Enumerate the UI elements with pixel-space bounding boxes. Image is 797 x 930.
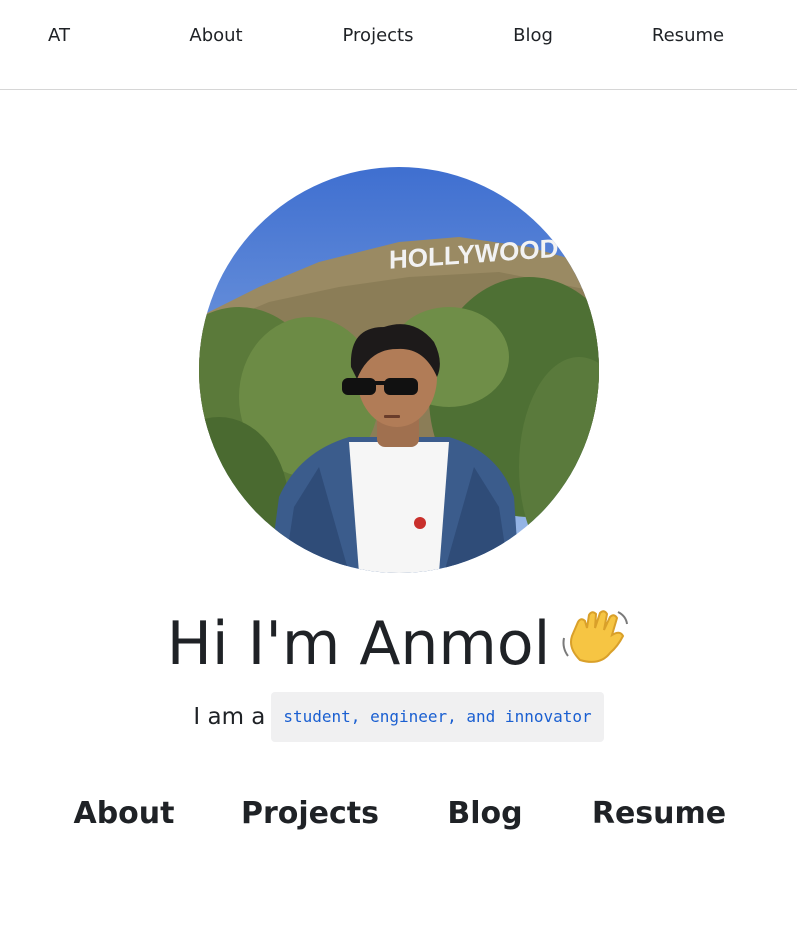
logo-link[interactable]: AT	[48, 24, 70, 48]
nav-link-about[interactable]: About	[189, 24, 242, 48]
hero-heading: Hi I'm Anmol	[0, 606, 797, 688]
avatar: HOLLYWOOD	[199, 167, 599, 573]
tagline-roles-code: student, engineer, and innovator	[271, 692, 604, 742]
nav-link-projects[interactable]: Projects	[343, 24, 414, 48]
top-navbar: AT About Projects Blog Resume	[0, 0, 797, 90]
waving-hand-icon	[560, 608, 630, 688]
tagline-prefix: I am a	[193, 704, 266, 730]
hero-link-projects[interactable]: Projects	[241, 794, 379, 834]
nav-link-resume[interactable]: Resume	[652, 24, 724, 48]
hero-heading-text: Hi I'm Anmol	[166, 609, 551, 679]
hero-link-about[interactable]: About	[73, 794, 174, 834]
tagline: I am a student, engineer, and innovator	[0, 692, 797, 742]
hero-link-resume[interactable]: Resume	[592, 794, 726, 834]
profile-photo: HOLLYWOOD	[199, 167, 599, 573]
nav-link-blog[interactable]: Blog	[513, 24, 553, 48]
hero-link-blog[interactable]: Blog	[447, 794, 522, 834]
